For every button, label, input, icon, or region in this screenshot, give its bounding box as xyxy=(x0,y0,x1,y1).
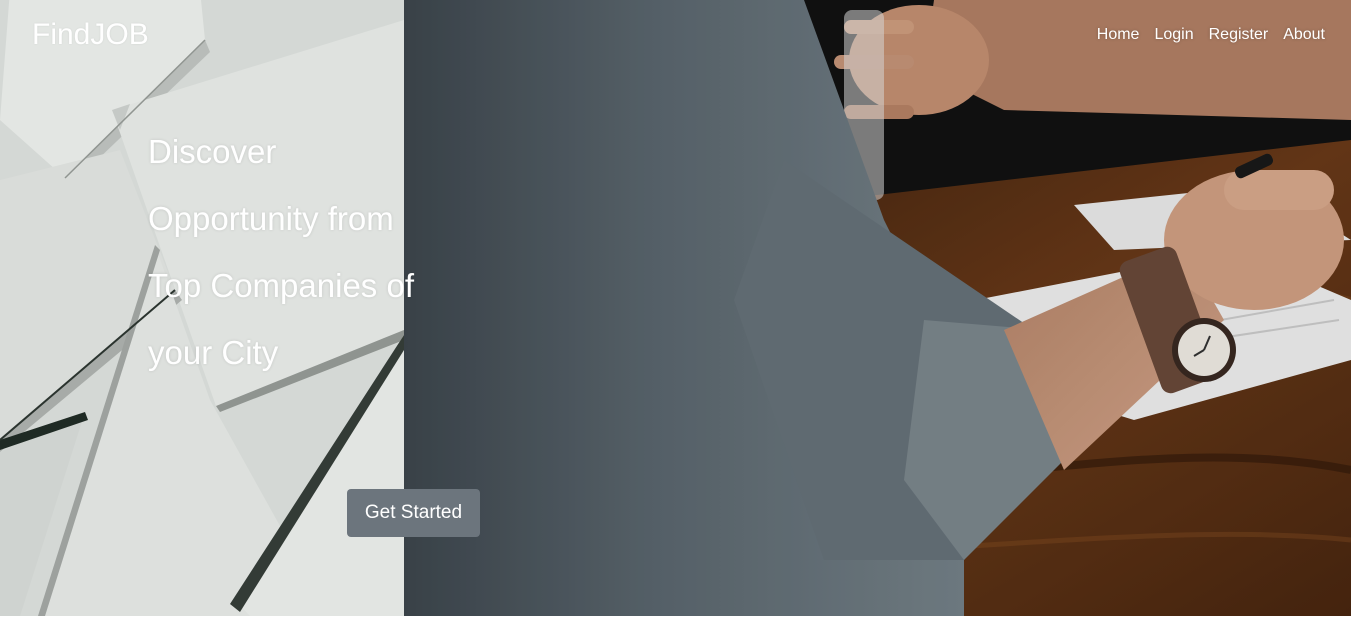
nav-link-register[interactable]: Register xyxy=(1209,24,1269,46)
top-navigation: Home Login Register About xyxy=(1097,24,1325,46)
brand-logo[interactable]: FindJOB xyxy=(32,17,149,53)
nav-link-login[interactable]: Login xyxy=(1154,24,1193,46)
get-started-button[interactable]: Get Started xyxy=(347,489,480,537)
hero-section: FindJOB Home Login Register About Discov… xyxy=(0,0,1351,616)
hero-headline: Discover Opportunity from Top Companies … xyxy=(148,133,414,371)
office-desk-photo xyxy=(404,0,1351,616)
nav-link-home[interactable]: Home xyxy=(1097,24,1140,46)
nav-link-about[interactable]: About xyxy=(1283,24,1325,46)
